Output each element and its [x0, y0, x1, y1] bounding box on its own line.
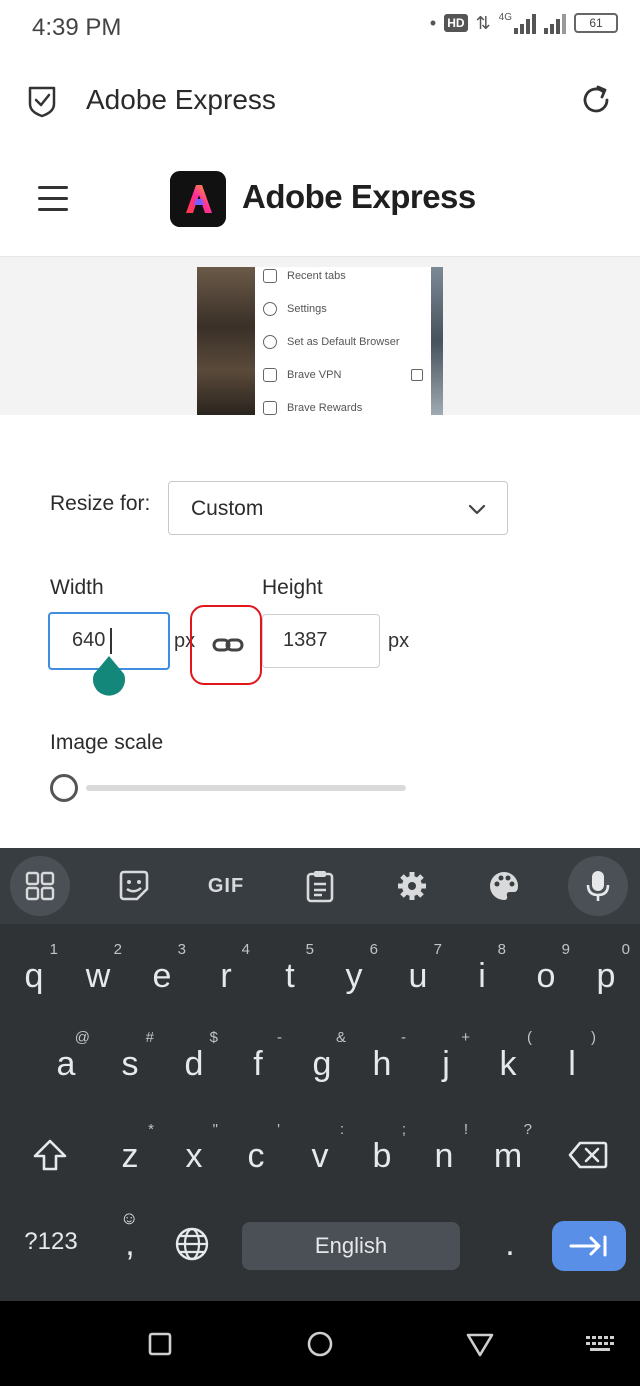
backspace-key[interactable]	[556, 1116, 620, 1196]
palette-icon	[490, 872, 518, 900]
data-transfer-icon: ⇅	[475, 12, 491, 33]
key-o[interactable]: o9	[514, 936, 578, 1016]
text-cursor	[110, 628, 112, 654]
resize-for-label: Resize for:	[50, 492, 151, 515]
voice-input-button[interactable]	[568, 856, 628, 916]
shift-key[interactable]	[18, 1116, 82, 1196]
tab-title: Adobe Express	[86, 84, 276, 115]
key-n[interactable]: n!	[412, 1116, 476, 1196]
grid-icon	[25, 871, 55, 901]
comma-emoji-key[interactable]: ☺ ,	[98, 1204, 162, 1284]
shift-icon	[33, 1139, 67, 1171]
height-value: 1387	[283, 629, 328, 651]
emoji-icon: ☺	[120, 1208, 139, 1228]
image-scale-label: Image scale	[50, 731, 164, 754]
microphone-icon	[586, 871, 610, 901]
key-v[interactable]: v:	[288, 1116, 352, 1196]
status-time: 4:39 PM	[32, 14, 122, 41]
key-l[interactable]: l)	[540, 1024, 604, 1104]
sticker-icon	[119, 870, 149, 901]
resize-for-select[interactable]: Custom	[168, 481, 508, 535]
key-r[interactable]: r4	[194, 936, 258, 1016]
key-h[interactable]: h-	[350, 1024, 414, 1104]
width-value: 640	[72, 629, 106, 651]
hd-badge: HD	[444, 14, 468, 32]
shield-check-icon[interactable]	[26, 84, 58, 118]
next-key[interactable]	[552, 1221, 626, 1271]
link-icon	[212, 638, 244, 652]
brand-name: Adobe Express	[242, 178, 476, 215]
key-b[interactable]: b;	[350, 1116, 414, 1196]
arrow-right-to-bar-icon	[569, 1235, 607, 1257]
height-unit: px	[388, 630, 410, 652]
key-y[interactable]: y6	[322, 936, 386, 1016]
battery-level: 61	[589, 16, 603, 30]
key-k[interactable]: k(	[476, 1024, 540, 1104]
notification-dot-icon: •	[429, 12, 437, 33]
width-label: Width	[50, 576, 104, 599]
key-s[interactable]: s #	[98, 1024, 162, 1104]
adobe-express-logo[interactable]	[170, 171, 226, 227]
settings-button[interactable]	[382, 858, 442, 914]
key-a[interactable]: a @	[34, 1024, 98, 1104]
language-key[interactable]	[160, 1204, 224, 1284]
key-t[interactable]: t5	[258, 936, 322, 1016]
image-preview: Recent tabs Settings Set as Default Brow…	[197, 267, 443, 415]
globe-icon	[175, 1227, 209, 1261]
signal-2-icon	[544, 12, 566, 34]
preview-menu-item: Settings	[263, 292, 423, 325]
preview-menu-item: Brave Rewards	[263, 391, 423, 415]
symbols-key[interactable]: ?123	[14, 1202, 88, 1282]
key-m[interactable]: m?	[476, 1116, 540, 1196]
preview-menu-item: Brave VPN	[263, 358, 423, 391]
lock-aspect-ratio-button[interactable]	[190, 605, 262, 685]
space-key[interactable]: English	[242, 1222, 460, 1270]
key-g[interactable]: g &	[290, 1024, 354, 1104]
chevron-down-icon	[468, 504, 486, 515]
key-f[interactable]: f-	[226, 1024, 290, 1104]
image-scale-track[interactable]	[86, 785, 406, 791]
keyboard-apps-button[interactable]	[10, 856, 70, 916]
preview-menu-item: Recent tabs	[263, 267, 423, 292]
gif-button[interactable]: GIF	[196, 858, 256, 914]
key-e[interactable]: e3	[130, 936, 194, 1016]
gif-label: GIF	[207, 874, 245, 897]
image-scale-thumb[interactable]	[50, 774, 78, 802]
key-x[interactable]: x "	[162, 1116, 226, 1196]
key-w[interactable]: w2	[66, 936, 130, 1016]
home-icon[interactable]	[304, 1328, 336, 1360]
clipboard-button[interactable]	[290, 858, 350, 914]
gear-icon	[398, 872, 426, 900]
battery-icon: 61	[574, 13, 618, 33]
period-key[interactable]: .	[478, 1204, 542, 1284]
key-j[interactable]: j +	[414, 1024, 478, 1104]
key-i[interactable]: i8	[450, 936, 514, 1016]
key-d[interactable]: d $	[162, 1024, 226, 1104]
key-p[interactable]: p0	[574, 936, 638, 1016]
theme-button[interactable]	[474, 858, 534, 914]
height-label: Height	[262, 576, 323, 599]
text-cursor-handle[interactable]	[92, 656, 126, 696]
resize-for-value: Custom	[191, 497, 264, 520]
recents-icon[interactable]	[144, 1328, 176, 1360]
key-u[interactable]: u7	[386, 936, 450, 1016]
status-icons: • HD ⇅ 4G 61	[430, 12, 618, 34]
refresh-icon[interactable]	[578, 82, 614, 118]
sticker-button[interactable]	[104, 858, 164, 914]
signal-icon	[514, 12, 536, 34]
backspace-icon	[568, 1141, 608, 1169]
preview-menu-item: Set as Default Browser	[263, 325, 423, 358]
height-input[interactable]: 1387	[262, 614, 380, 668]
network-type: 4G	[498, 11, 512, 23]
clipboard-icon	[306, 871, 334, 903]
back-icon[interactable]	[464, 1328, 496, 1360]
keyboard-hide-icon[interactable]	[584, 1328, 616, 1360]
key-q[interactable]: q1	[2, 936, 66, 1016]
hamburger-menu-icon[interactable]	[38, 186, 68, 216]
key-c[interactable]: c '	[224, 1116, 288, 1196]
